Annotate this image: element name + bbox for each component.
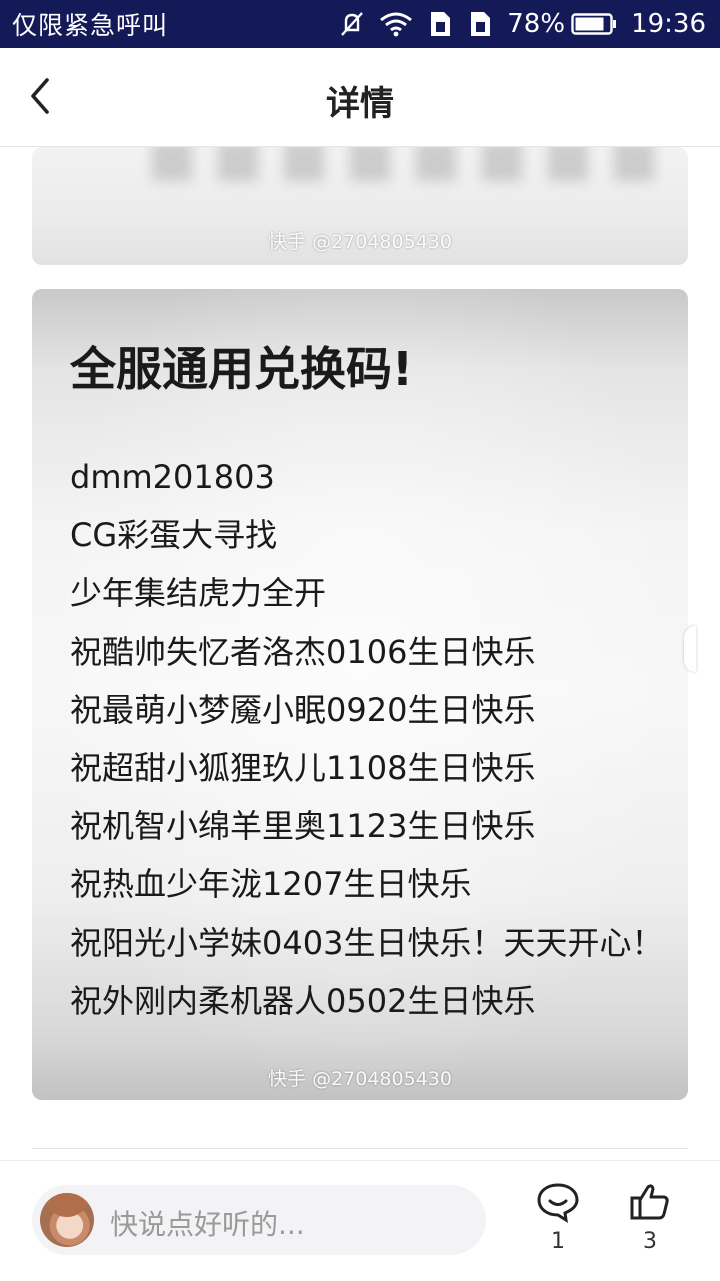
watermark-text: 快手 @2704805430 — [268, 1068, 452, 1090]
side-handle[interactable] — [684, 626, 696, 672]
code-line: 祝机智小绵羊里奥1123生日快乐 — [70, 807, 536, 846]
comment-bubble-icon — [537, 1183, 579, 1223]
comment-button[interactable]: 1 — [528, 1181, 588, 1254]
code-line: 祝超甜小狐狸玖儿1108生日快乐 — [70, 748, 536, 787]
battery-indicator: 78% — [507, 9, 617, 39]
code-line: 祝最萌小梦魇小眠0920生日快乐 — [70, 690, 536, 729]
clock-time: 19:36 — [631, 9, 706, 39]
post-image-top[interactable]: 快手 @2704805430 — [32, 147, 688, 265]
page-title: 详情 — [326, 84, 394, 124]
code-line: dmm201803 — [70, 458, 275, 496]
status-icons: 78% 19:36 — [339, 9, 706, 39]
bottom-bar: 快说点好听的... 1 3 — [0, 1160, 720, 1281]
watermark-text: 快手 @2704805430 — [268, 231, 452, 253]
mute-icon — [339, 10, 365, 38]
code-list: dmm201803 CG彩蛋大寻找 少年集结虎力全开 祝酷帅失忆者洛杰0106生… — [70, 457, 663, 1039]
code-line: CG彩蛋大寻找 — [70, 516, 278, 555]
code-line: 祝酷帅失忆者洛杰0106生日快乐 — [70, 632, 536, 671]
carrier-text: 仅限紧急呼叫 — [12, 11, 169, 40]
like-button[interactable]: 3 — [620, 1181, 680, 1254]
code-line: 祝阳光小学妹0403生日快乐！天天开心！ — [70, 923, 664, 962]
comment-input[interactable]: 快说点好听的... — [32, 1185, 486, 1255]
blurred-text — [152, 147, 672, 181]
like-count: 3 — [643, 1229, 657, 1254]
comment-placeholder: 快说点好听的... — [110, 1208, 305, 1241]
code-line: 祝外刚内柔机器人0502生日快乐 — [70, 981, 536, 1020]
sim1-icon — [427, 10, 453, 38]
code-line: 少年集结虎力全开 — [70, 574, 327, 613]
sim2-icon — [467, 10, 493, 38]
image-heading: 全服通用兑换码! — [70, 342, 413, 396]
comment-count: 1 — [551, 1229, 565, 1254]
status-bar: 仅限紧急呼叫 78% 19:36 — [0, 0, 720, 48]
battery-percent: 78% — [507, 9, 566, 39]
app-header: 详情 — [0, 48, 720, 147]
post-image-main[interactable]: 全服通用兑换码! dmm201803 CG彩蛋大寻找 少年集结虎力全开 祝酷帅失… — [32, 289, 688, 1100]
avatar — [40, 1193, 94, 1247]
wifi-icon — [379, 11, 413, 37]
divider — [32, 1148, 688, 1149]
thumbs-up-icon — [630, 1184, 669, 1220]
battery-icon — [571, 12, 617, 36]
code-line: 祝热血少年泷1207生日快乐 — [70, 865, 472, 904]
